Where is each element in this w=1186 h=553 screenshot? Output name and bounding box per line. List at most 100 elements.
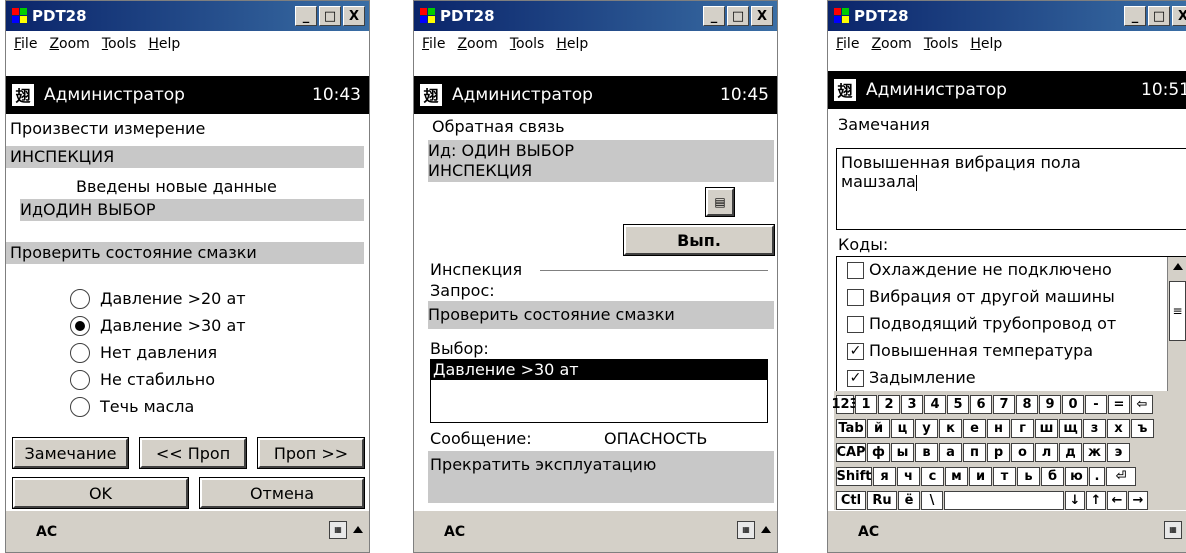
key-row1-12[interactable]: = — [1108, 395, 1130, 414]
key-row1-2[interactable]: 2 — [878, 395, 900, 414]
key-row5-2[interactable]: ё — [898, 491, 920, 510]
key-row1-0[interactable]: 123 — [831, 395, 859, 414]
key-row4-7[interactable]: ь — [1017, 467, 1040, 486]
key-row3-1[interactable]: ф — [867, 443, 890, 462]
up-arrow-icon[interactable] — [353, 526, 363, 533]
code-checkbox-1[interactable] — [847, 262, 864, 279]
key-row4-2[interactable]: ч — [897, 467, 920, 486]
key-row5-5[interactable]: ↓ — [1065, 491, 1085, 510]
code-checkbox-2[interactable] — [847, 289, 864, 306]
key-row4-5[interactable]: и — [969, 467, 992, 486]
key-row2-11[interactable]: х — [1107, 419, 1130, 438]
menu-file[interactable]: File — [422, 36, 445, 52]
ok-button[interactable]: OK — [13, 478, 188, 508]
note-textarea[interactable]: Повышенная вибрация пола машзала — [836, 148, 1186, 230]
keyboard-icon[interactable]: ▦ — [329, 521, 347, 539]
key-row3-11[interactable]: э — [1107, 443, 1130, 462]
key-row4-4[interactable]: м — [945, 467, 968, 486]
key-row3-0[interactable]: CAP — [836, 443, 866, 462]
key-row4-11[interactable]: ⏎ — [1106, 467, 1136, 486]
key-row3-7[interactable]: о — [1011, 443, 1034, 462]
key-row4-6[interactable]: т — [993, 467, 1016, 486]
key-row2-5[interactable]: е — [963, 419, 986, 438]
menu-zoom[interactable]: Zoom — [871, 36, 911, 52]
close-button[interactable]: X — [343, 6, 365, 26]
key-row2-3[interactable]: у — [915, 419, 938, 438]
close-button[interactable]: X — [1172, 6, 1186, 26]
key-row5-6[interactable]: ↑ — [1086, 491, 1106, 510]
key-row4-3[interactable]: с — [921, 467, 944, 486]
radio-option-3[interactable] — [70, 343, 90, 363]
key-row1-11[interactable]: - — [1085, 395, 1107, 414]
document-icon[interactable]: ▤ — [706, 188, 734, 216]
menu-zoom[interactable]: Zoom — [49, 36, 89, 52]
key-row5-7[interactable]: ← — [1107, 491, 1127, 510]
key-row1-8[interactable]: 8 — [1016, 395, 1038, 414]
key-row2-8[interactable]: ш — [1035, 419, 1058, 438]
execute-button[interactable]: Вып. — [624, 225, 774, 255]
key-row4-1[interactable]: я — [873, 467, 896, 486]
key-row5-0[interactable]: Ctl — [836, 491, 866, 510]
key-row4-8[interactable]: б — [1041, 467, 1064, 486]
close-button[interactable]: X — [751, 6, 773, 26]
maximize-button[interactable]: □ — [1148, 6, 1170, 26]
minimize-button[interactable]: _ — [1124, 6, 1146, 26]
key-row1-3[interactable]: 3 — [901, 395, 923, 414]
code-checkbox-4[interactable]: ✓ — [847, 343, 864, 360]
key-row1-9[interactable]: 9 — [1039, 395, 1061, 414]
maximize-button[interactable]: □ — [727, 6, 749, 26]
key-row1-5[interactable]: 5 — [947, 395, 969, 414]
code-checkbox-5[interactable]: ✓ — [847, 370, 864, 387]
key-row2-10[interactable]: з — [1083, 419, 1106, 438]
up-arrow-icon[interactable] — [761, 526, 771, 533]
key-row2-9[interactable]: щ — [1059, 419, 1082, 438]
cancel-button[interactable]: Отмена — [200, 478, 364, 508]
keyboard-icon[interactable]: ▦ — [737, 521, 755, 539]
key-row1-10[interactable]: 0 — [1062, 395, 1084, 414]
maximize-button[interactable]: □ — [319, 6, 341, 26]
key-row1-13[interactable]: ⇦ — [1131, 395, 1153, 414]
key-row3-10[interactable]: ж — [1083, 443, 1106, 462]
keyboard-icon[interactable]: ▦ — [1164, 521, 1182, 539]
radio-option-2[interactable] — [70, 316, 90, 336]
menu-help[interactable]: Help — [556, 36, 588, 52]
key-row3-8[interactable]: л — [1035, 443, 1058, 462]
key-row1-6[interactable]: 6 — [970, 395, 992, 414]
menu-file[interactable]: File — [836, 36, 859, 52]
radio-option-5[interactable] — [70, 397, 90, 417]
key-row2-4[interactable]: к — [939, 419, 962, 438]
choice-list[interactable]: Давление >30 ат — [430, 359, 768, 423]
menu-help[interactable]: Help — [148, 36, 180, 52]
key-row4-9[interactable]: ю — [1065, 467, 1088, 486]
menu-help[interactable]: Help — [970, 36, 1002, 52]
key-row3-9[interactable]: д — [1059, 443, 1082, 462]
key-row4-0[interactable]: Shift — [836, 467, 872, 486]
radio-option-4[interactable] — [70, 370, 90, 390]
menu-file[interactable]: File — [14, 36, 37, 52]
key-row3-3[interactable]: в — [915, 443, 938, 462]
menu-tools[interactable]: Tools — [102, 36, 137, 52]
key-row2-6[interactable]: н — [987, 419, 1010, 438]
menu-tools[interactable]: Tools — [924, 36, 959, 52]
menu-tools[interactable]: Tools — [510, 36, 545, 52]
key-row5-4[interactable] — [944, 491, 1064, 510]
minimize-button[interactable]: _ — [295, 6, 317, 26]
key-row2-7[interactable]: г — [1011, 419, 1034, 438]
codes-scrollbar[interactable]: ≡ — [1167, 257, 1186, 397]
radio-option-1[interactable] — [70, 289, 90, 309]
prev-button[interactable]: << Проп — [140, 438, 246, 468]
key-row3-6[interactable]: р — [987, 443, 1010, 462]
code-checkbox-3[interactable] — [847, 316, 864, 333]
key-row5-8[interactable]: → — [1128, 491, 1148, 510]
key-row4-10[interactable]: . — [1089, 467, 1105, 486]
scroll-up-icon[interactable] — [1173, 263, 1183, 270]
codes-list[interactable]: Охлаждение не подключено Вибрация от дру… — [836, 256, 1186, 398]
key-row3-5[interactable]: п — [963, 443, 986, 462]
key-row2-1[interactable]: й — [867, 419, 890, 438]
scroll-thumb[interactable]: ≡ — [1169, 281, 1186, 341]
key-row5-3[interactable]: \ — [921, 491, 943, 510]
key-row5-1[interactable]: Ru — [867, 491, 897, 510]
remark-button[interactable]: Замечание — [13, 438, 128, 468]
key-row1-4[interactable]: 4 — [924, 395, 946, 414]
next-button[interactable]: Проп >> — [258, 438, 364, 468]
